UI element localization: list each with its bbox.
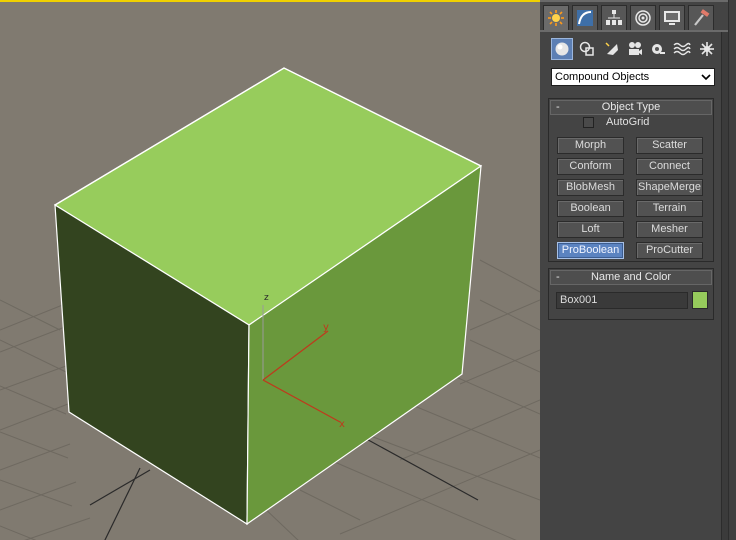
panel-scrollbar[interactable]: [721, 32, 728, 540]
object-type-title: Object Type: [601, 101, 661, 113]
geometry-category-button[interactable]: [551, 38, 573, 60]
waves-icon: [673, 42, 691, 56]
motion-icon: [635, 10, 651, 26]
gear-icon: [700, 42, 714, 56]
space-warps-category-button[interactable]: [671, 38, 693, 60]
name-and-color-rollout: - Name and Color Box001: [548, 268, 714, 320]
morph-button[interactable]: Morph: [557, 137, 624, 154]
mesher-button[interactable]: Mesher: [636, 221, 703, 238]
collapse-icon[interactable]: -: [556, 271, 560, 284]
gizmo-y-label: y: [323, 322, 329, 333]
perspective-viewport[interactable]: z y x: [0, 0, 540, 540]
panel-right-edge: [728, 0, 736, 540]
collapse-icon[interactable]: -: [556, 101, 560, 114]
name-and-color-title: Name and Color: [590, 271, 672, 283]
command-panel: Compound Objects - Object Type AutoGrid …: [540, 0, 736, 540]
connect-button[interactable]: Connect: [636, 158, 703, 175]
curve-icon: [577, 10, 593, 26]
name-and-color-rollout-header[interactable]: - Name and Color: [550, 270, 712, 285]
systems-category-button[interactable]: [696, 38, 718, 60]
modify-tab[interactable]: [572, 5, 598, 30]
gizmo-z-label: z: [264, 293, 269, 303]
panel-top-divider: [540, 0, 736, 2]
terrain-button[interactable]: Terrain: [636, 200, 703, 217]
object-name-field[interactable]: Box001: [556, 292, 688, 309]
display-tab[interactable]: [659, 5, 685, 30]
procutter-button[interactable]: ProCutter: [636, 242, 703, 259]
lights-category-button[interactable]: [601, 38, 623, 60]
shapemerge-button[interactable]: ShapeMerge: [636, 179, 703, 196]
loft-button[interactable]: Loft: [557, 221, 624, 238]
monitor-icon: [664, 11, 680, 25]
tape-icon: [652, 44, 665, 54]
object-type-rollout-header[interactable]: - Object Type: [550, 100, 712, 115]
autogrid-checkbox[interactable]: [583, 117, 594, 128]
cameras-category-button[interactable]: [624, 38, 646, 60]
camera-icon: [629, 42, 642, 55]
hierarchy-tab[interactable]: [601, 5, 627, 30]
shapes-icon: [579, 41, 594, 56]
motion-tab[interactable]: [630, 5, 656, 30]
shapes-category-button[interactable]: [576, 38, 598, 60]
object-type-rollout: - Object Type AutoGrid Morph Scatter Con…: [548, 98, 714, 262]
category-dropdown-value: Compound Objects: [555, 71, 650, 83]
hierarchy-icon: [606, 10, 622, 25]
light-icon: [605, 42, 618, 55]
sun-icon: [548, 10, 564, 26]
autogrid-label: AutoGrid: [606, 116, 650, 128]
gizmo-x-label: x: [339, 419, 345, 430]
chevron-down-icon[interactable]: [698, 69, 714, 85]
tab-strip-base: [540, 30, 736, 32]
category-dropdown[interactable]: Compound Objects: [551, 68, 715, 86]
scatter-button[interactable]: Scatter: [636, 137, 703, 154]
object-color-swatch[interactable]: [692, 291, 708, 309]
viewport-canvas[interactable]: z y x: [0, 0, 540, 540]
blobmesh-button[interactable]: BlobMesh: [557, 179, 624, 196]
utilities-tab[interactable]: [688, 5, 714, 30]
helpers-category-button[interactable]: [647, 38, 669, 60]
hammer-icon: [694, 9, 710, 26]
conform-button[interactable]: Conform: [557, 158, 624, 175]
proboolean-button[interactable]: ProBoolean: [557, 242, 624, 259]
boolean-button[interactable]: Boolean: [557, 200, 624, 217]
sphere-icon: [555, 42, 569, 56]
create-tab[interactable]: [543, 5, 569, 30]
